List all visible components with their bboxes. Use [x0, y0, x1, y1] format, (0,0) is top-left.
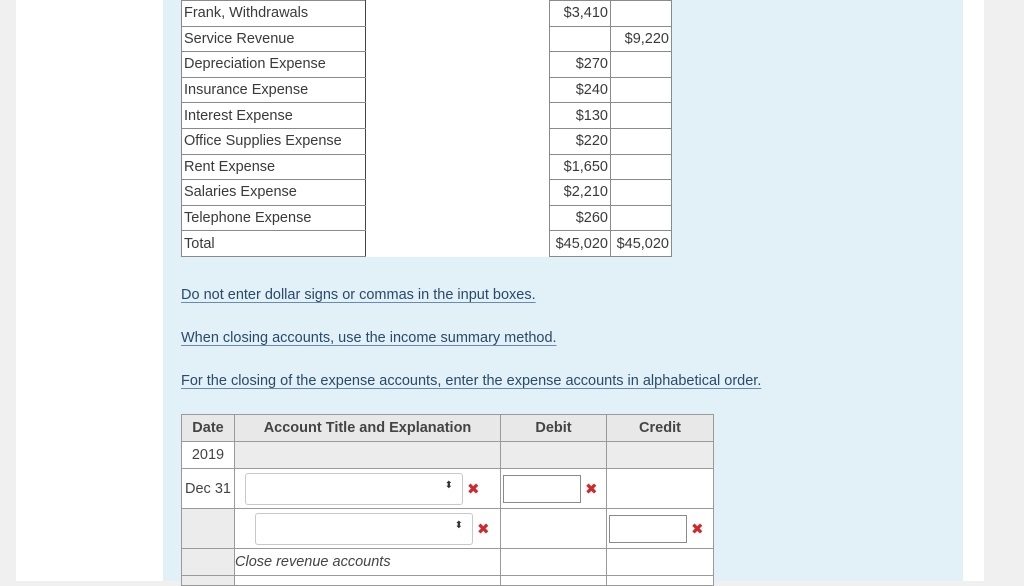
trial-balance-row: Frank, Withdrawals $3,410: [181, 0, 672, 27]
memo-text: Close revenue accounts: [234, 548, 501, 576]
trial-balance-row: Total $45,020 $45,020: [181, 230, 672, 257]
date-header: Date: [181, 414, 235, 442]
debit-amount: $220: [549, 127, 611, 155]
credit-amount: [610, 153, 672, 181]
credit-amount: [610, 102, 672, 129]
account-select-1[interactable]: ⬍: [245, 472, 463, 505]
credit-amount: [610, 0, 672, 27]
account-name: Frank, Withdrawals: [181, 0, 366, 27]
incorrect-x-icon: ✖: [467, 480, 480, 498]
journal-year-row: 2019: [181, 441, 714, 469]
credit-input-2[interactable]: [609, 514, 687, 543]
account-name: Service Revenue: [181, 25, 366, 53]
credit-amount: [610, 51, 672, 78]
trial-balance-row: Interest Expense $130: [181, 102, 672, 129]
debit-amount: $45,020: [549, 230, 611, 257]
account-name: Interest Expense: [181, 102, 366, 129]
trial-balance-table: Frank, Withdrawals $3,410 Service Revenue $…: [181, 0, 672, 257]
credit-amount: [610, 204, 672, 232]
credit-amount: [610, 127, 672, 155]
trial-balance-row: Service Revenue $9,220: [181, 25, 672, 53]
account-name: Insurance Expense: [181, 76, 366, 104]
instruction-income-summary: When closing accounts, use the income su…: [181, 330, 557, 346]
trial-balance-row: Depreciation Expense $270: [181, 51, 672, 78]
debit-amount: $240: [549, 76, 611, 104]
account-name: Telephone Expense: [181, 204, 366, 232]
credit-header: Credit: [606, 414, 714, 442]
year-cell: 2019: [181, 441, 235, 469]
debit-amount: $1,650: [549, 153, 611, 181]
select-arrows-icon: ⬍: [454, 519, 463, 531]
incorrect-x-icon: ✖: [477, 520, 490, 538]
instruction-alphabetical-order: For the closing of the expense accounts,…: [181, 373, 762, 389]
account-name: Salaries Expense: [181, 179, 366, 206]
journal-entry-table: Date Account Title and Explanation Debit…: [181, 414, 714, 586]
incorrect-x-icon: ✖: [691, 520, 704, 538]
account-header: Account Title and Explanation: [234, 414, 501, 442]
debit-amount: $130: [549, 102, 611, 129]
trial-balance-row: Telephone Expense $260: [181, 204, 672, 232]
instruction-no-dollar-signs: Do not enter dollar signs or commas in t…: [181, 287, 536, 303]
account-name: Rent Expense: [181, 153, 366, 181]
debit-header: Debit: [500, 414, 607, 442]
journal-memo-row: Close revenue accounts: [181, 548, 714, 576]
debit-amount: [549, 25, 611, 53]
debit-amount: $260: [549, 204, 611, 232]
journal-row-2: ⬍ ✖ ✖: [181, 508, 714, 549]
account-name: Office Supplies Expense: [181, 127, 366, 155]
trial-balance-row: Office Supplies Expense $220: [181, 127, 672, 155]
select-arrows-icon: ⬍: [444, 479, 453, 491]
account-name: Depreciation Expense: [181, 51, 366, 78]
debit-amount: $3,410: [549, 0, 611, 27]
account-select-2[interactable]: ⬍: [255, 512, 473, 545]
credit-amount: [610, 179, 672, 206]
trial-balance-row: Insurance Expense $240: [181, 76, 672, 104]
journal-header-row: Date Account Title and Explanation Debit…: [181, 414, 714, 442]
trial-balance-row: Salaries Expense $2,210: [181, 179, 672, 206]
trial-balance-row: Rent Expense $1,650: [181, 153, 672, 181]
journal-row-1: Dec 31 ⬍ ✖ ✖: [181, 468, 714, 509]
entry-date-cell: Dec 31: [181, 468, 235, 509]
debit-amount: $2,210: [549, 179, 611, 206]
debit-amount: $270: [549, 51, 611, 78]
credit-amount: $45,020: [610, 230, 672, 257]
account-name: Total: [181, 230, 366, 257]
incorrect-x-icon: ✖: [585, 480, 598, 498]
credit-amount: $9,220: [610, 25, 672, 53]
credit-amount: [610, 76, 672, 104]
debit-input-1[interactable]: [503, 474, 581, 503]
